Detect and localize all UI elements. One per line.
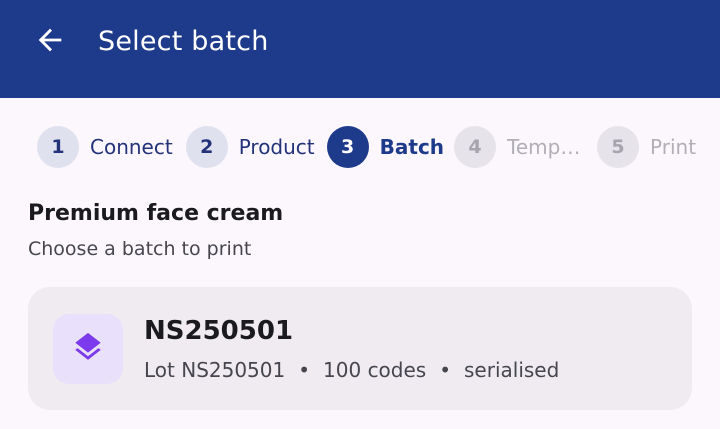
step-label: Connect [90, 135, 173, 159]
step-template[interactable]: 4 Templ… [454, 125, 585, 169]
step-print[interactable]: 5 Print [597, 125, 696, 169]
step-batch[interactable]: 3 Batch [326, 125, 445, 169]
step-number: 1 [37, 126, 79, 168]
batch-codes: 100 codes [323, 358, 427, 382]
meta-separator: • [298, 358, 311, 382]
batch-mode: serialised [464, 358, 560, 382]
step-label: Print [650, 135, 697, 159]
step-label: Product [238, 135, 315, 159]
batch-card[interactable]: NS250501 Lot NS250501 • 100 codes • seri… [28, 287, 692, 410]
step-number: 4 [454, 126, 497, 168]
batch-meta: Lot NS250501 • 100 codes • serialised [144, 355, 559, 385]
step-number: 5 [597, 126, 640, 168]
step-number: 3 [326, 126, 369, 168]
batch-lot: Lot NS250501 [144, 358, 286, 382]
product-subtitle: Choose a batch to print [28, 238, 252, 260]
step-number: 2 [185, 126, 228, 168]
step-label: Templ… [507, 135, 586, 159]
meta-separator: • [439, 358, 452, 382]
product-title: Premium face cream [28, 201, 284, 226]
arrow-left-icon [33, 23, 67, 61]
layers-icon [71, 330, 105, 368]
back-button[interactable] [26, 22, 74, 62]
app-bar: Select batch [0, 0, 720, 98]
step-connect[interactable]: 1 Connect [37, 125, 173, 169]
stepper: 1 Connect 2 Product 3 Batch 4 Templ… 5 P… [37, 125, 696, 169]
page-title: Select batch [98, 26, 269, 57]
batch-icon-container [53, 314, 123, 384]
batch-name: NS250501 [144, 316, 294, 346]
step-label: Batch [379, 135, 445, 159]
step-product[interactable]: 2 Product [185, 125, 315, 169]
